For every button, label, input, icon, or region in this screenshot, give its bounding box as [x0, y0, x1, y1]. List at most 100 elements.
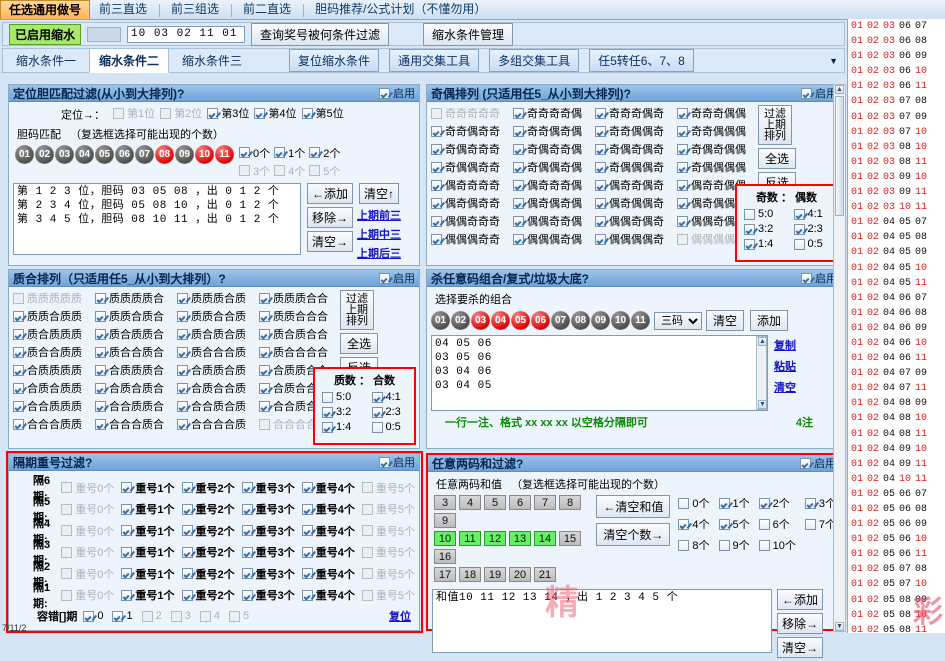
result-row[interactable]: 0102040911 [848, 457, 945, 472]
oddeven-ratio-2[interactable]: 3:2 [744, 223, 784, 235]
tab-qiansan-zuxuan[interactable]: 前三组选 [163, 0, 227, 19]
position-checkbox-4[interactable]: 第4位 [254, 105, 296, 121]
paste-link[interactable]: 粘贴 [774, 358, 796, 374]
checkbox[interactable] [677, 180, 688, 191]
repeat-checkbox-4-1[interactable]: 重号1个 [121, 566, 174, 582]
enable-toggle-repeat[interactable]: 启用 [379, 454, 415, 470]
oddeven-checkbox-1-2[interactable]: 奇偶奇奇偶 [513, 141, 591, 157]
repeat-checkbox-5-4[interactable]: 重号4个 [302, 587, 355, 603]
checkbox[interactable] [112, 611, 123, 622]
tab-danma-tuijian[interactable]: 胆码推荐/公式计划（不懂勿用） [307, 0, 494, 19]
repeat-checkbox-0-1[interactable]: 重号1个 [121, 480, 174, 496]
oddeven-checkbox-0-2[interactable]: 奇偶奇奇奇 [431, 141, 509, 157]
oddeven-checkbox-1-4[interactable]: 偶奇奇奇偶 [513, 177, 591, 193]
oddeven-checkbox-0-6[interactable]: 偶偶奇奇奇 [431, 213, 509, 229]
prime-checkbox-1-2[interactable]: 质合质质合 [95, 326, 173, 342]
prime-ratio-4[interactable]: 1:4 [322, 421, 362, 433]
sum-cell-13[interactable]: 13 [509, 531, 531, 546]
oddeven-ratio-1[interactable]: 4:1 [794, 208, 834, 220]
sum-cell-18[interactable]: 18 [459, 567, 481, 582]
repeat-checkbox-4-2[interactable]: 重号2个 [182, 566, 235, 582]
sum-count-checkbox-10[interactable]: 10个 [759, 537, 796, 553]
clear-up-button[interactable]: 清空↑ [359, 183, 399, 204]
checkbox[interactable] [372, 392, 383, 403]
prime-checkbox-2-7[interactable]: 合合合合质 [177, 416, 255, 432]
prime-checkbox-0-5[interactable]: 合质合质质 [13, 380, 91, 396]
oddeven-checkbox-3-2[interactable]: 奇偶奇偶偶 [677, 141, 755, 157]
tolerance-checkbox-1[interactable]: 1 [112, 610, 132, 622]
result-row[interactable]: 0102030609 [848, 49, 945, 64]
result-row[interactable]: 0102040910 [848, 442, 945, 457]
checkbox[interactable] [182, 525, 193, 536]
oddeven-ratio-5[interactable]: 0:5 [794, 238, 834, 250]
prime-checkbox-0-3[interactable]: 质合合质质 [13, 344, 91, 360]
checkbox[interactable] [259, 329, 270, 340]
prime-checkbox-1-1[interactable]: 质质合质合 [95, 308, 173, 324]
link-last-last3[interactable]: 上期后三 [357, 245, 401, 261]
tab-renxuan-tongyong[interactable]: 任选通用做号 [0, 0, 90, 19]
select-all-button[interactable]: 全选 [340, 333, 378, 354]
scroll-up-icon[interactable]: ▲ [835, 85, 844, 94]
number-ball-03[interactable]: 03 [471, 311, 490, 330]
checkbox[interactable] [759, 519, 770, 530]
checkbox[interactable] [121, 525, 132, 536]
checkbox[interactable] [595, 180, 606, 191]
checkbox[interactable] [259, 311, 270, 322]
result-row[interactable]: 0102050710 [848, 577, 945, 592]
sum-cell-17[interactable]: 17 [434, 567, 456, 582]
tab-qiansan-zhixuan[interactable]: 前三直选 [91, 0, 155, 19]
checkbox[interactable] [595, 216, 606, 227]
checkbox[interactable] [744, 239, 755, 250]
oddeven-checkbox-0-5[interactable]: 偶奇偶奇奇 [431, 195, 509, 211]
oddeven-checkbox-1-6[interactable]: 偶偶奇奇偶 [513, 213, 591, 229]
checkbox[interactable] [177, 419, 188, 430]
result-row[interactable]: 0102050609 [848, 517, 945, 532]
repeat-checkbox-1-2[interactable]: 重号2个 [182, 501, 235, 517]
repeat-checkbox-2-4[interactable]: 重号4个 [302, 523, 355, 539]
checkbox[interactable] [431, 234, 442, 245]
prime-checkbox-3-0[interactable]: 质质质合合 [259, 290, 337, 306]
prime-checkbox-3-2[interactable]: 质合质合合 [259, 326, 337, 342]
checkbox[interactable] [677, 162, 688, 173]
oddeven-checkbox-2-6[interactable]: 偶偶奇偶奇 [595, 213, 673, 229]
result-row[interactable]: 0102030610 [848, 64, 945, 79]
checkbox[interactable] [677, 144, 688, 155]
number-ball-05[interactable]: 05 [95, 145, 114, 164]
checkbox[interactable] [302, 504, 313, 515]
result-row[interactable]: 0102050810 [848, 608, 945, 623]
repeat-checkbox-5-2[interactable]: 重号2个 [182, 587, 235, 603]
checkbox[interactable] [372, 422, 383, 433]
checkbox[interactable] [177, 311, 188, 322]
sum-cell-12[interactable]: 12 [484, 531, 506, 546]
sum-count-checkbox-0[interactable]: 0个 [678, 495, 709, 511]
oddeven-checkbox-3-0[interactable]: 奇奇奇偶偶 [677, 105, 755, 121]
checkbox[interactable] [805, 498, 816, 509]
sum-count-checkbox-4[interactable]: 4个 [678, 516, 709, 532]
checkbox[interactable] [513, 108, 524, 119]
oddeven-checkbox-2-1[interactable]: 奇奇偶偶奇 [595, 123, 673, 139]
checkbox[interactable] [431, 216, 442, 227]
checkbox[interactable] [302, 482, 313, 493]
checkbox[interactable] [182, 482, 193, 493]
sum-rules-list[interactable]: 和值10 11 12 13 14 ，出 1 2 3 4 5 个 [432, 589, 772, 653]
enable-checkbox[interactable] [801, 273, 812, 284]
checkbox[interactable] [242, 525, 253, 536]
filter-last-period-button[interactable]: 过滤上期排列 [758, 105, 792, 145]
checkbox[interactable] [744, 224, 755, 235]
clear-button[interactable]: 清空→ [777, 637, 823, 658]
position-checkbox-5[interactable]: 第5位 [302, 105, 344, 121]
oddeven-ratio-4[interactable]: 1:4 [744, 238, 784, 250]
checkbox[interactable] [13, 365, 24, 376]
repeat-checkbox-2-3[interactable]: 重号3个 [242, 523, 295, 539]
checkbox[interactable] [13, 383, 24, 394]
clear-right-button[interactable]: 清空→ [307, 231, 353, 252]
result-row[interactable]: 0102040511 [848, 276, 945, 291]
checkbox[interactable] [177, 383, 188, 394]
checkbox[interactable] [13, 329, 24, 340]
count-checkbox-2[interactable]: 2个 [309, 145, 340, 161]
oddeven-checkbox-0-1[interactable]: 奇奇偶奇奇 [431, 123, 509, 139]
repeat-checkbox-1-3[interactable]: 重号3个 [242, 501, 295, 517]
number-ball-01[interactable]: 01 [431, 311, 450, 330]
checkbox[interactable] [182, 504, 193, 515]
sum-count-checkbox-2[interactable]: 2个 [759, 495, 796, 511]
